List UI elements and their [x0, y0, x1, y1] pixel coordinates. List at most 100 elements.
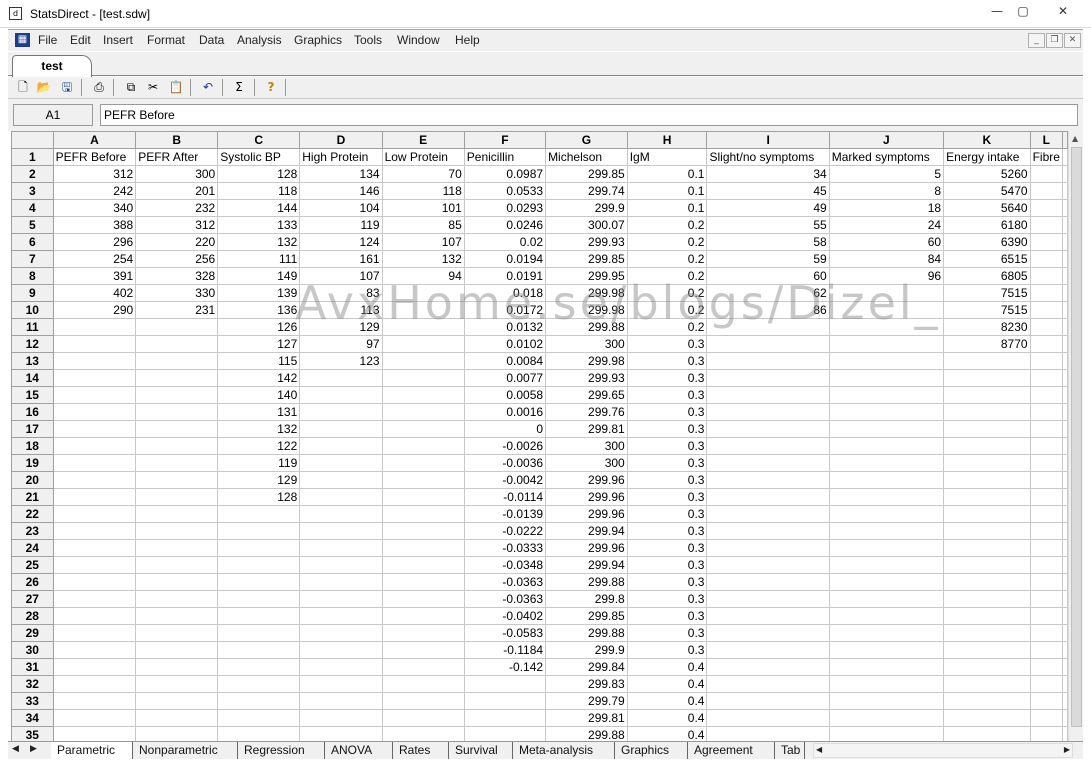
grid-cell[interactable]	[1062, 556, 1068, 574]
grid-cell[interactable]	[1029, 539, 1064, 557]
grid-cell[interactable]: 340	[52, 199, 137, 217]
grid-cell[interactable]	[381, 573, 465, 591]
header-cell[interactable]: PEFR Before	[52, 148, 137, 166]
grid-cell[interactable]: -0.1184	[463, 641, 547, 659]
grid-cell[interactable]: 133	[217, 216, 301, 234]
header-cell[interactable]: High Protein	[299, 148, 383, 166]
worksheet-system-menu-icon[interactable]: ▦	[15, 33, 30, 47]
header-cell[interactable]: Low Protein	[381, 148, 465, 166]
cell-content-editor[interactable]: PEFR Before	[100, 104, 1078, 126]
sheet-tab-parametric[interactable]: Parametric	[51, 742, 133, 759]
grid-cell[interactable]: 300	[545, 335, 628, 353]
grid-cell[interactable]	[135, 420, 219, 438]
column-header[interactable]: H	[626, 131, 708, 149]
grid-cell[interactable]	[943, 352, 1031, 370]
grid-cell[interactable]: 83	[299, 284, 383, 302]
grid-cell[interactable]: 299.9	[545, 641, 628, 659]
grid-cell[interactable]	[217, 505, 301, 523]
grid-cell[interactable]: -0.0363	[463, 573, 547, 591]
grid-cell[interactable]: 129	[217, 471, 301, 489]
grid-cell[interactable]: 115	[217, 352, 301, 370]
grid-cell[interactable]	[828, 641, 945, 659]
grid-cell[interactable]	[1029, 284, 1064, 302]
grid-cell[interactable]	[135, 471, 219, 489]
grid-cell[interactable]	[828, 539, 945, 557]
sheet-tab-anova[interactable]: ANOVA	[325, 742, 393, 759]
grid-cell[interactable]: 0.3	[626, 335, 708, 353]
grid-cell[interactable]: 118	[381, 182, 465, 200]
grid-cell[interactable]	[1062, 488, 1068, 506]
grid-cell[interactable]	[1029, 165, 1064, 183]
grid-cell[interactable]: 5470	[943, 182, 1031, 200]
grid-cell[interactable]: 299.94	[545, 556, 628, 574]
grid-cell[interactable]: 5	[828, 165, 945, 183]
grid-cell[interactable]: 0.3	[626, 437, 708, 455]
cut-icon[interactable]: ✂	[144, 79, 162, 96]
grid-cell[interactable]: 290	[52, 301, 137, 319]
grid-cell[interactable]: 0.3	[626, 403, 708, 421]
grid-cell[interactable]	[135, 624, 219, 642]
grid-cell[interactable]	[299, 675, 383, 693]
grid-cell[interactable]	[828, 284, 945, 302]
grid-cell[interactable]: 128	[217, 488, 301, 506]
grid-cell[interactable]	[381, 624, 465, 642]
grid-cell[interactable]	[299, 420, 383, 438]
grid-cell[interactable]: 0.1	[626, 182, 708, 200]
grid-cell[interactable]	[52, 675, 137, 693]
grid-cell[interactable]: 8770	[943, 335, 1031, 353]
row-header[interactable]: 34	[11, 709, 54, 727]
grid-cell[interactable]	[943, 454, 1031, 472]
grid-cell[interactable]	[828, 556, 945, 574]
grid-cell[interactable]: 0.2	[626, 233, 708, 251]
grid-cell[interactable]	[217, 522, 301, 540]
grid-cell[interactable]	[463, 709, 547, 727]
header-cell[interactable]: Michelson	[545, 148, 628, 166]
grid-cell[interactable]	[828, 726, 945, 741]
grid-cell[interactable]: 132	[381, 250, 465, 268]
grid-cell[interactable]	[217, 709, 301, 727]
grid-cell[interactable]	[828, 658, 945, 676]
grid-cell[interactable]	[943, 437, 1031, 455]
grid-cell[interactable]: 60	[828, 233, 945, 251]
grid-cell[interactable]	[52, 488, 137, 506]
row-header[interactable]: 23	[11, 522, 54, 540]
grid-cell[interactable]: 0.3	[626, 488, 708, 506]
grid-cell[interactable]: -0.0042	[463, 471, 547, 489]
grid-cell[interactable]	[1029, 590, 1064, 608]
grid-cell[interactable]	[52, 505, 137, 523]
grid-cell[interactable]: 0.3	[626, 420, 708, 438]
grid-cell[interactable]	[381, 522, 465, 540]
grid-cell[interactable]	[1062, 471, 1068, 489]
grid-cell[interactable]: 86	[706, 301, 830, 319]
print-icon[interactable]: ⎙	[90, 79, 108, 96]
grid-cell[interactable]: 0.1	[626, 165, 708, 183]
grid-cell[interactable]	[1029, 709, 1064, 727]
row-header[interactable]: 24	[11, 539, 54, 557]
row-header[interactable]: 8	[11, 267, 54, 285]
grid-cell[interactable]	[52, 573, 137, 591]
grid-cell[interactable]	[1029, 471, 1064, 489]
grid-cell[interactable]	[299, 539, 383, 557]
grid-cell[interactable]	[1029, 522, 1064, 540]
grid-cell[interactable]	[1062, 539, 1068, 557]
header-cell[interactable]: Penicillin	[463, 148, 547, 166]
grid-cell[interactable]: 134	[299, 165, 383, 183]
grid-cell[interactable]	[706, 522, 830, 540]
grid-cell[interactable]: 0.3	[626, 352, 708, 370]
grid-cell[interactable]	[299, 403, 383, 421]
grid-cell[interactable]	[1029, 624, 1064, 642]
grid-cell[interactable]	[299, 624, 383, 642]
grid-cell[interactable]	[706, 573, 830, 591]
grid-cell[interactable]: 231	[135, 301, 219, 319]
grid-cell[interactable]	[135, 522, 219, 540]
row-header[interactable]: 22	[11, 505, 54, 523]
grid-cell[interactable]: -0.0583	[463, 624, 547, 642]
grid-cell[interactable]	[1062, 335, 1068, 353]
grid-cell[interactable]	[706, 556, 830, 574]
grid-cell[interactable]: 7515	[943, 301, 1031, 319]
grid-cell[interactable]: 0.0194	[463, 250, 547, 268]
grid-cell[interactable]: -0.0402	[463, 607, 547, 625]
grid-cell[interactable]	[463, 692, 547, 710]
maximize-button[interactable]: ▢	[1006, 0, 1040, 22]
grid-cell[interactable]: 402	[52, 284, 137, 302]
